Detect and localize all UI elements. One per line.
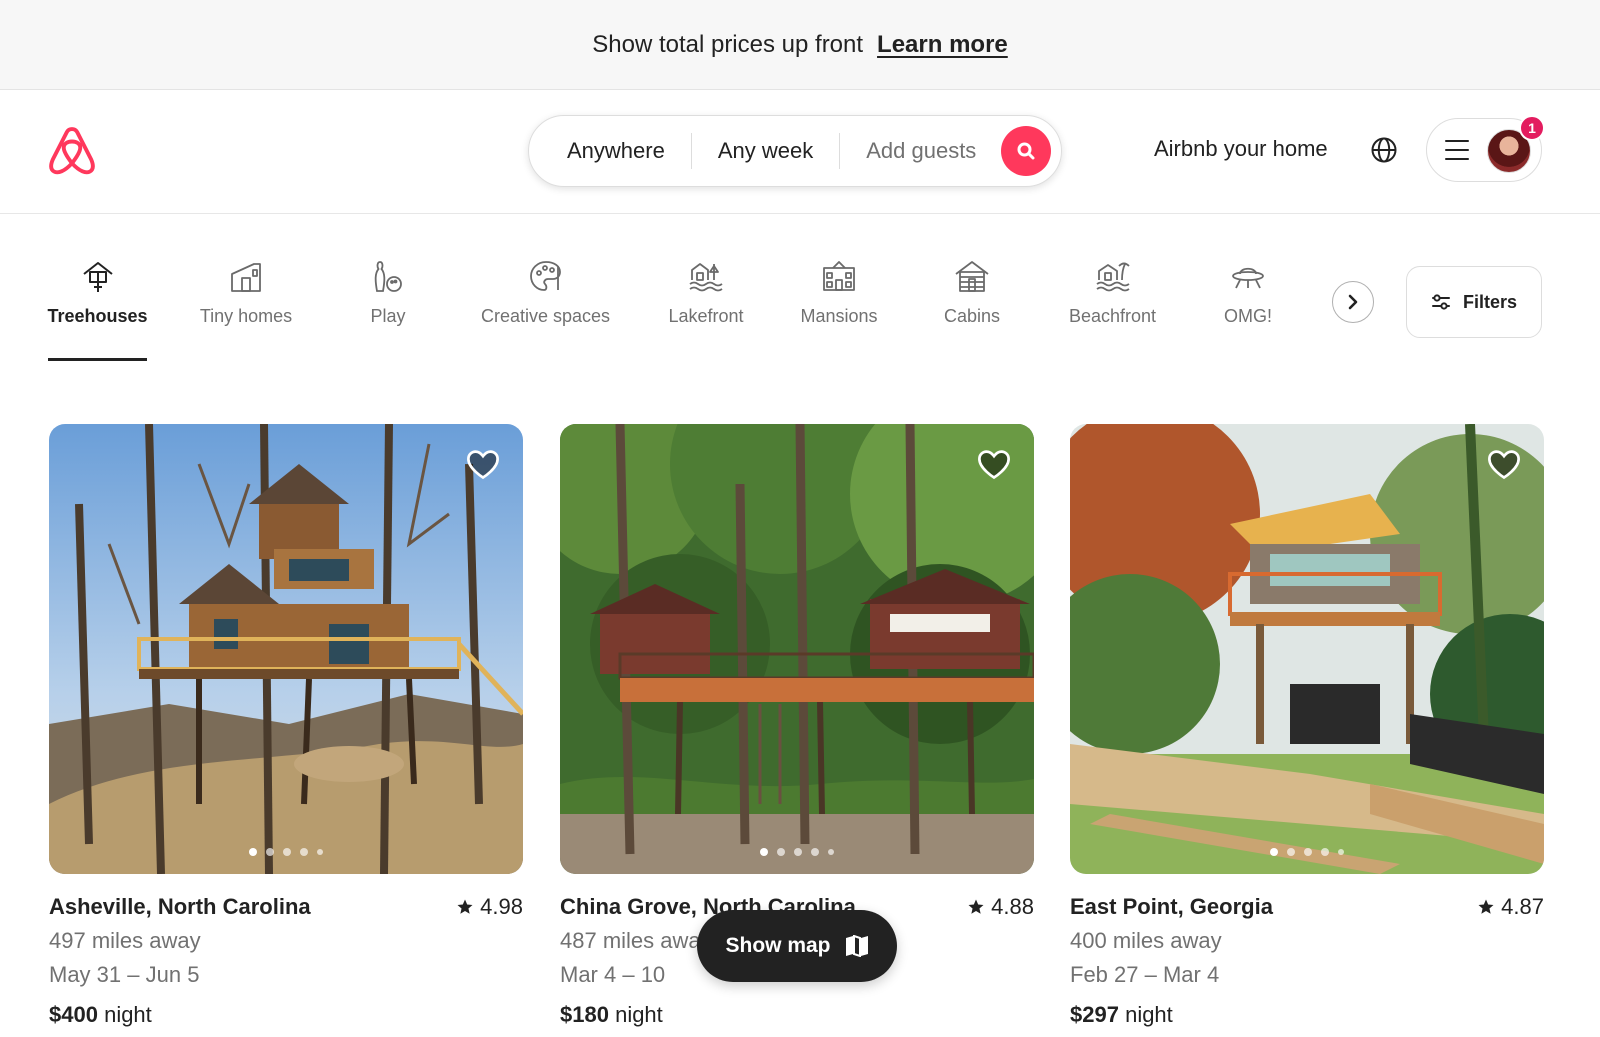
category-cabins[interactable]: Cabins <box>942 258 1002 327</box>
search-add-guests[interactable]: Add guests <box>866 138 976 164</box>
airbnb-your-home-link[interactable]: Airbnb your home <box>1154 136 1328 162</box>
search-button[interactable] <box>1001 126 1051 176</box>
category-lakefront[interactable]: Lakefront <box>664 258 748 327</box>
category-label: Play <box>370 306 406 326</box>
listing-rating: 4.87 <box>1477 894 1544 920</box>
notification-badge: 1 <box>1519 115 1545 141</box>
ufo-icon <box>1232 267 1264 289</box>
category-scroll-next-button[interactable] <box>1332 281 1374 323</box>
search-any-week[interactable]: Any week <box>718 138 813 164</box>
treehouse-photo <box>1070 424 1544 874</box>
bowling-icon <box>374 261 402 292</box>
user-menu-button[interactable]: 1 <box>1426 115 1545 182</box>
hamburger-menu-icon <box>1445 140 1469 160</box>
category-label: Beachfront <box>1068 306 1157 326</box>
listing-distance: 497 miles away <box>49 928 201 953</box>
rating-value: 4.98 <box>480 894 523 919</box>
photo-pagination-dots <box>49 848 523 856</box>
listing-card[interactable]: Asheville, North Carolina 4.98 497 miles… <box>49 424 523 1028</box>
header: Anywhere Any week Add guests Airbnb your… <box>0 90 1600 214</box>
search-divider <box>839 133 841 169</box>
search-anywhere[interactable]: Anywhere <box>567 138 665 164</box>
treehouse-photo <box>49 424 523 874</box>
price-amount: $297 <box>1070 1002 1119 1027</box>
category-treehouses[interactable]: Treehouses <box>47 258 148 361</box>
photo-pagination-dots <box>560 848 1034 856</box>
price-amount: $180 <box>560 1002 609 1027</box>
category-label: OMG! <box>1224 306 1272 326</box>
star-icon <box>1478 899 1494 914</box>
chevron-right-icon <box>1348 294 1358 310</box>
palette-icon <box>529 261 561 291</box>
category-play[interactable]: Play <box>368 258 408 327</box>
listing-info: Asheville, North Carolina 4.98 497 miles… <box>49 894 523 1028</box>
show-map-label: Show map <box>725 934 831 957</box>
airbnb-logo-icon[interactable] <box>48 126 96 178</box>
category-label: Treehouses <box>47 306 148 326</box>
sliders-icon <box>1431 294 1450 310</box>
price-unit: night <box>615 1002 663 1027</box>
rating-value: 4.87 <box>1501 894 1544 919</box>
star-icon <box>968 899 984 914</box>
category-label: Tiny homes <box>199 306 293 326</box>
filters-label: Filters <box>1462 291 1518 312</box>
star-icon <box>457 899 473 914</box>
price-banner: Show total prices up front Learn more <box>0 0 1600 90</box>
category-label: Creative spaces <box>480 306 611 326</box>
listing-price: $297 night <box>1070 1002 1544 1028</box>
tiny-home-icon <box>231 263 261 292</box>
price-unit: night <box>104 1002 152 1027</box>
map-icon <box>845 935 868 957</box>
listing-photo[interactable] <box>560 424 1034 874</box>
search-bar[interactable]: Anywhere Any week Add guests <box>528 115 1062 187</box>
listing-location: Asheville, North Carolina <box>49 894 311 919</box>
mansion-icon <box>823 261 855 291</box>
listing-location: East Point, Georgia <box>1070 894 1273 919</box>
price-amount: $400 <box>49 1002 98 1027</box>
category-beachfront[interactable]: Beachfront <box>1064 258 1161 327</box>
treehouse-photo <box>560 424 1034 874</box>
globe-icon[interactable] <box>1370 136 1398 164</box>
treehouse-icon <box>82 262 113 292</box>
category-label: Lakefront <box>668 306 744 326</box>
listing-dates: Feb 27 – Mar 4 <box>1070 962 1220 987</box>
photo-pagination-dots <box>1070 848 1544 856</box>
listing-rating: 4.98 <box>456 894 523 920</box>
favorite-heart-icon[interactable] <box>465 446 501 482</box>
price-unit: night <box>1125 1002 1173 1027</box>
listing-price: $400 night <box>49 1002 523 1028</box>
category-omg[interactable]: OMG! <box>1223 258 1273 327</box>
favorite-heart-icon[interactable] <box>976 446 1012 482</box>
listing-card[interactable]: East Point, Georgia 4.87 400 miles away … <box>1070 424 1544 1028</box>
category-mansions[interactable]: Mansions <box>798 258 880 327</box>
listing-dates: May 31 – Jun 5 <box>49 962 200 987</box>
category-label: Cabins <box>943 306 1001 326</box>
listing-photo[interactable] <box>1070 424 1544 874</box>
cabin-icon <box>955 261 989 292</box>
listing-rating: 4.88 <box>967 894 1034 920</box>
listing-photo[interactable] <box>49 424 523 874</box>
lakefront-icon <box>689 263 723 292</box>
favorite-heart-icon[interactable] <box>1486 446 1522 482</box>
search-divider <box>690 133 692 169</box>
learn-more-link[interactable]: Learn more <box>877 31 1008 59</box>
filters-button[interactable]: Filters <box>1406 266 1542 338</box>
search-icon <box>1017 142 1035 160</box>
category-tiny-homes[interactable]: Tiny homes <box>197 258 295 327</box>
category-creative-spaces[interactable]: Creative spaces <box>477 258 614 327</box>
listing-price: $180 night <box>560 1002 1034 1028</box>
listing-info: East Point, Georgia 4.87 400 miles away … <box>1070 894 1544 1028</box>
beachfront-icon <box>1095 262 1130 292</box>
rating-value: 4.88 <box>991 894 1034 919</box>
listing-distance: 400 miles away <box>1070 928 1222 953</box>
category-label: Mansions <box>800 306 878 326</box>
banner-message: Show total prices up front <box>592 30 864 58</box>
show-map-button[interactable]: Show map <box>697 910 897 982</box>
